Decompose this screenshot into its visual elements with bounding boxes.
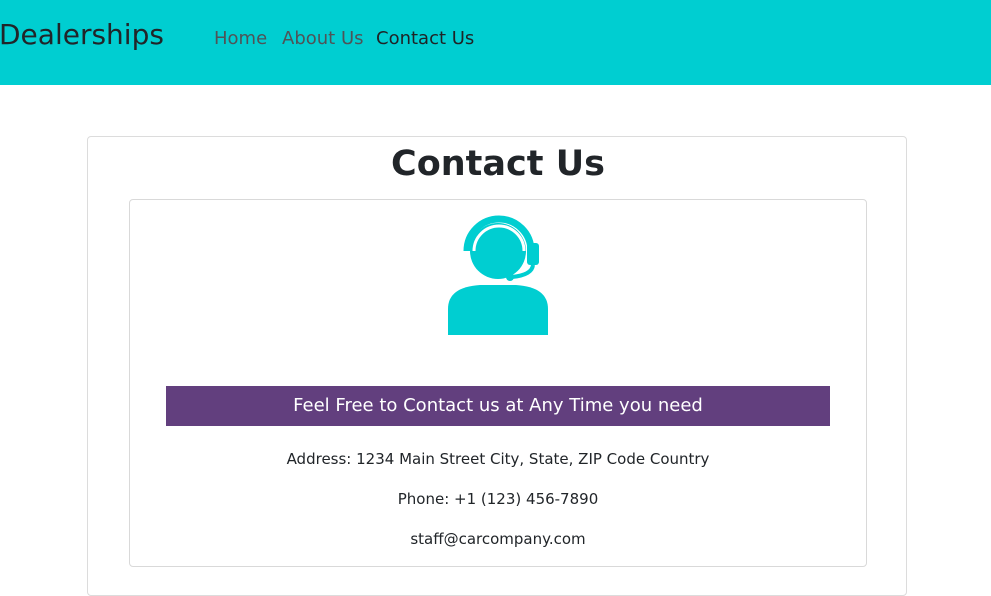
phone-text: Phone: +1 (123) 456-7890 <box>397 490 599 508</box>
nav-link-about-us[interactable]: About Us <box>282 27 364 51</box>
email-text[interactable]: staff@carcompany.com <box>130 529 866 549</box>
brand-logo-text[interactable]: Dealerships <box>0 17 164 53</box>
nav-link-home[interactable]: Home <box>214 27 267 51</box>
address-text: Address: 1234 Main Street City, State, Z… <box>286 450 710 468</box>
customer-support-headset-icon <box>448 215 548 335</box>
navbar: Dealerships Home About Us Contact Us <box>0 0 991 85</box>
contact-card: Contact Us Feel Free to Contact us at An… <box>87 136 907 596</box>
contact-info-card: Feel Free to Contact us at Any Time you … <box>129 199 867 567</box>
nav-link-contact-us[interactable]: Contact Us <box>376 27 474 51</box>
page-title: Contact Us <box>391 144 605 184</box>
contact-banner: Feel Free to Contact us at Any Time you … <box>166 386 830 426</box>
